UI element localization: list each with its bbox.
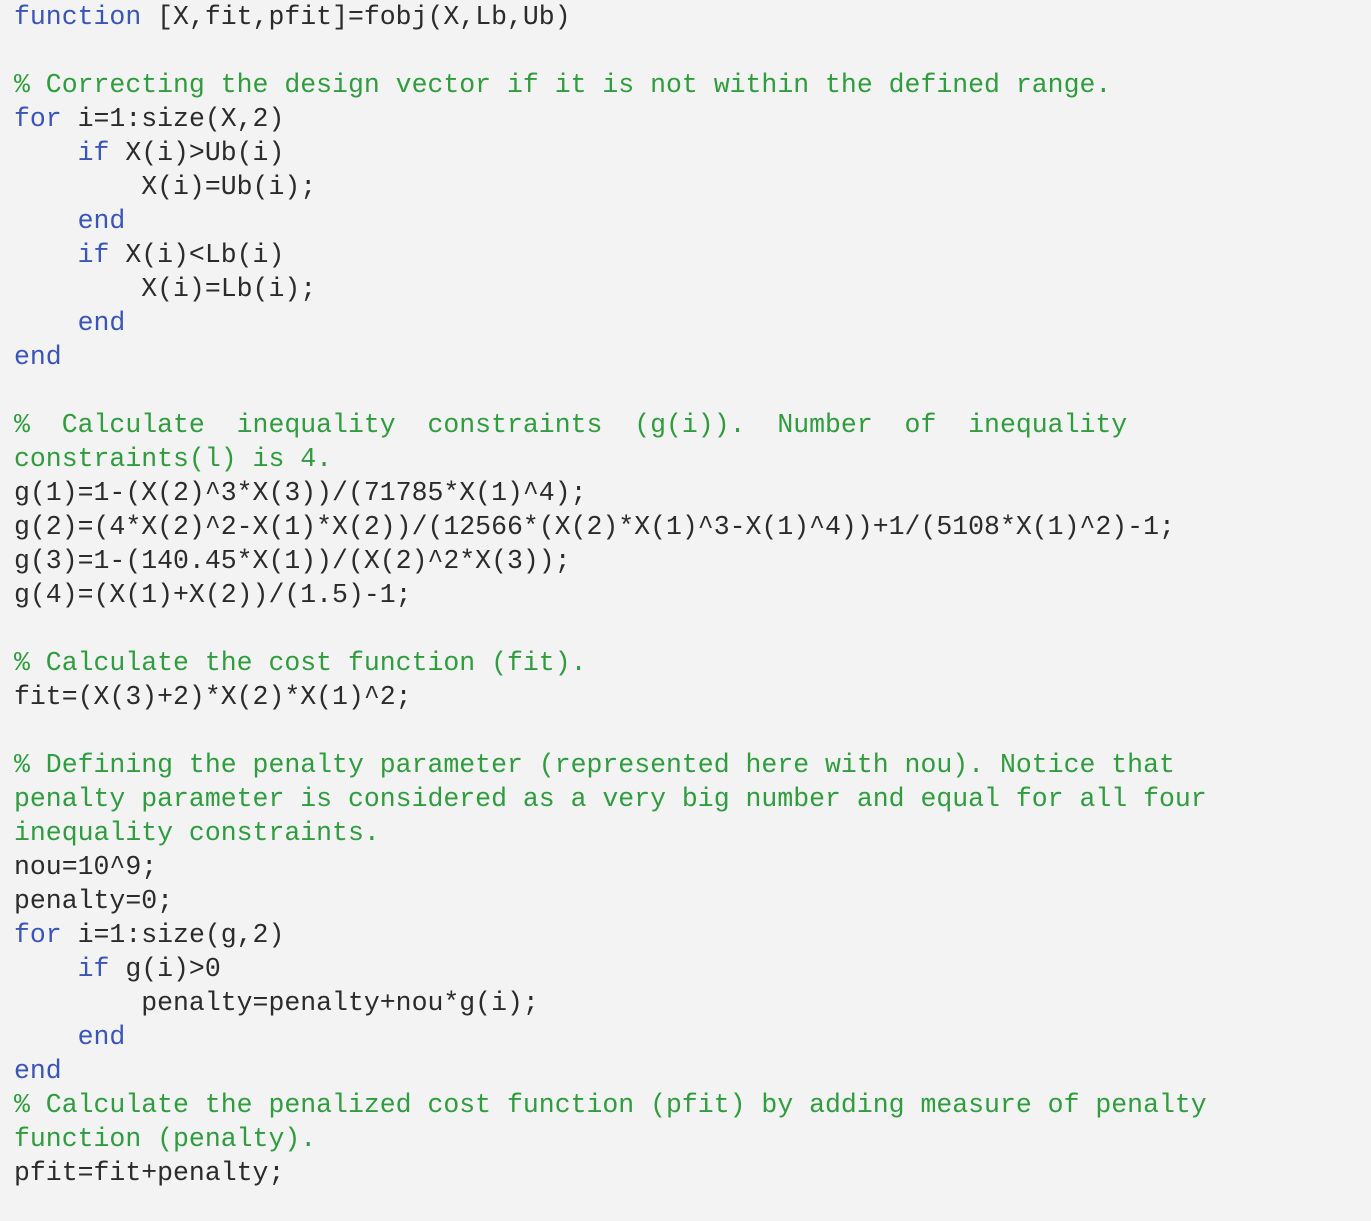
code-line-assign-lb: X(i)=Lb(i);: [14, 274, 317, 304]
keyword-if-lb: if: [14, 240, 110, 270]
code-line-end-for-x: end: [14, 342, 62, 372]
code-line-if-g-positive: if g(i)>0: [0, 952, 1371, 986]
keyword-if-g: if: [14, 954, 110, 984]
for-loop-range-g: i=1:size(g,2): [61, 920, 285, 950]
code-line-g3: g(3)=1-(140.45*X(1))/(X(2)^2*X(3));: [14, 546, 571, 576]
code-line-penalty-init: penalty=0;: [14, 886, 174, 916]
comment-penalty-parameter-line3: inequality constraints.: [14, 818, 380, 848]
if-condition-g: g(i)>0: [109, 954, 221, 984]
code-line-end-if-ub: end: [14, 206, 126, 236]
code-line-if-upper-bound: if X(i)>Ub(i): [0, 136, 1371, 170]
comment-penalty-parameter-line1: % Defining the penalty parameter (repres…: [14, 750, 1175, 780]
code-line-for-loop-x: for i=1:size(X,2): [0, 102, 1371, 136]
comment-correcting-design-vector: % Correcting the design vector if it is …: [14, 70, 1112, 100]
code-line-assign-ub: X(i)=Ub(i);: [14, 172, 317, 202]
code-line-end-for-g: end: [14, 1056, 62, 1086]
code-line-end-if-lb: end: [14, 308, 126, 338]
keyword-for: for: [14, 104, 62, 134]
comment-penalized-cost-line1: % Calculate the penalized cost function …: [14, 1090, 1207, 1120]
for-loop-range-x: i=1:size(X,2): [61, 104, 285, 134]
code-line-end-if-g: end: [14, 1022, 126, 1052]
code-line-g2: g(2)=(4*X(2)^2-X(1)*X(2))/(12566*(X(2)*X…: [14, 512, 1175, 542]
code-line-function-signature: function [X,fit,pfit]=fobj(X,Lb,Ub): [0, 0, 1371, 34]
keyword-for-g: for: [14, 920, 62, 950]
keyword-function: function: [14, 2, 142, 32]
code-line-pfit: pfit=fit+penalty;: [14, 1158, 285, 1188]
comment-calculate-cost-function: % Calculate the cost function (fit).: [14, 648, 587, 678]
code-line-fit: fit=(X(3)+2)*X(2)*X(1)^2;: [14, 682, 412, 712]
comment-penalty-parameter-line2: penalty parameter is considered as a ver…: [14, 784, 1207, 814]
comment-inequality-constraints-line1: % Calculate inequality constraints (g(i)…: [14, 410, 1128, 440]
function-signature-args: [X,fit,pfit]=fobj(X,Lb,Ub): [141, 2, 571, 32]
code-line-nou: nou=10^9;: [14, 852, 158, 882]
matlab-code-listing: function [X,fit,pfit]=fobj(X,Lb,Ub) % Co…: [0, 0, 1371, 1221]
comment-penalized-cost-line2: function (penalty).: [14, 1124, 317, 1154]
if-condition-lb: X(i)<Lb(i): [109, 240, 285, 270]
code-line-for-loop-g: for i=1:size(g,2): [0, 918, 1371, 952]
code-line-g1: g(1)=1-(X(2)^3*X(3))/(71785*X(1)^4);: [14, 478, 587, 508]
code-line-if-lower-bound: if X(i)<Lb(i): [0, 238, 1371, 272]
code-line-g4: g(4)=(X(1)+X(2))/(1.5)-1;: [14, 580, 412, 610]
comment-inequality-constraints-line2: constraints(l) is 4.: [14, 444, 333, 474]
keyword-if-ub: if: [14, 138, 110, 168]
if-condition-ub: X(i)>Ub(i): [109, 138, 285, 168]
code-line-penalty-accumulate: penalty=penalty+nou*g(i);: [14, 988, 539, 1018]
